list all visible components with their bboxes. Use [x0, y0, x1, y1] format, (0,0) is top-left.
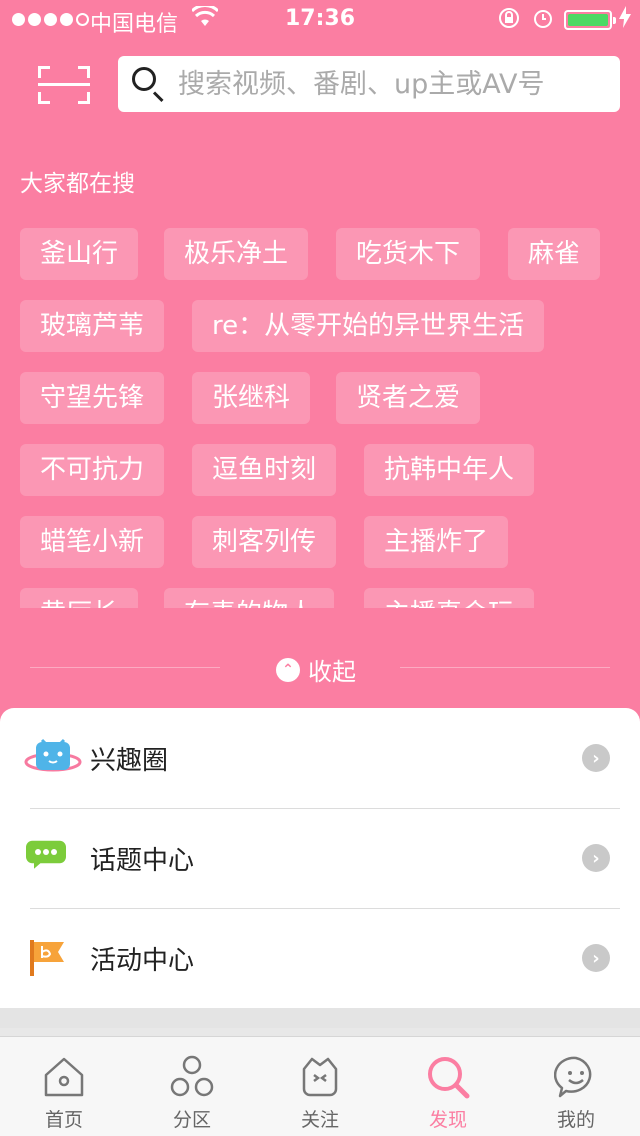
- hot-tag[interactable]: 极乐净土: [164, 228, 309, 280]
- discover-menu: 兴趣圈 › 话题中心 › 活动中心 ›: [0, 708, 640, 1008]
- section-gap: [0, 1008, 640, 1028]
- category-icon: [170, 1055, 214, 1097]
- hot-tag[interactable]: 黄厅长: [20, 588, 139, 608]
- hot-tag[interactable]: 釜山行: [20, 228, 139, 280]
- menu-item-activity-center[interactable]: 活动中心 ›: [0, 908, 640, 1008]
- follow-icon: [302, 1057, 338, 1097]
- rotation-lock-icon: [498, 7, 520, 34]
- hot-tag[interactable]: 张继科: [192, 372, 311, 424]
- menu-item-label: 话题中心: [90, 846, 195, 876]
- tab-bar: 首页 分区 关注 发现 我的: [0, 1036, 640, 1136]
- hot-tag[interactable]: 不可抗力: [20, 444, 165, 496]
- discover-icon: [428, 1057, 470, 1099]
- tab-label: 发现: [428, 1109, 467, 1131]
- hot-tag[interactable]: 吃货木下: [336, 228, 481, 280]
- menu-item-topic-center[interactable]: 话题中心 ›: [0, 808, 640, 908]
- divider: [30, 667, 220, 668]
- hot-tag[interactable]: 玻璃芦苇: [20, 300, 165, 352]
- hot-tag[interactable]: 守望先锋: [20, 372, 165, 424]
- collapse-button[interactable]: ⌃ 收起: [276, 652, 356, 687]
- flag-icon: [24, 936, 78, 980]
- chevron-right-icon: ›: [582, 744, 610, 772]
- hot-tag[interactable]: 贤者之爱: [336, 372, 481, 424]
- alarm-icon: [532, 7, 554, 34]
- chevron-right-icon: ›: [582, 944, 610, 972]
- charging-icon: [618, 6, 632, 33]
- divider: [400, 667, 610, 668]
- hot-search-title: 大家都在搜: [20, 171, 135, 197]
- tab-home[interactable]: 首页: [0, 1037, 128, 1136]
- search-input[interactable]: [178, 68, 598, 100]
- tab-label: 首页: [44, 1109, 83, 1131]
- hot-tag[interactable]: 主播真会玩: [364, 588, 535, 608]
- hot-tag[interactable]: 有毒的物人: [164, 588, 335, 608]
- hot-tag[interactable]: 刺客列传: [192, 516, 337, 568]
- tab-label: 分区: [172, 1109, 211, 1131]
- search-bar[interactable]: [118, 56, 620, 112]
- status-bar: 中国电信 17:36: [0, 0, 640, 40]
- tab-profile[interactable]: 我的: [512, 1037, 640, 1136]
- hot-tag[interactable]: 逗鱼时刻: [192, 444, 337, 496]
- menu-item-label: 兴趣圈: [90, 746, 169, 776]
- tab-label: 关注: [300, 1109, 339, 1131]
- chat-bubble-icon: [24, 836, 78, 880]
- collapse-label: 收起: [308, 658, 356, 686]
- tv-planet-icon: [24, 736, 82, 780]
- hot-tag[interactable]: 主播炸了: [364, 516, 509, 568]
- search-icon: [130, 65, 168, 103]
- tab-category[interactable]: 分区: [128, 1037, 256, 1136]
- hot-tag[interactable]: 麻雀: [508, 228, 601, 280]
- menu-item-label: 活动中心: [90, 946, 195, 976]
- collapse-row: ⌃ 收起: [0, 648, 640, 688]
- hot-tag[interactable]: 抗韩中年人: [364, 444, 535, 496]
- chevron-up-icon: ⌃: [276, 657, 300, 682]
- hot-tag[interactable]: re：从零开始的异世界生活: [192, 300, 545, 352]
- hot-search-tags: 釜山行 极乐净土 吃货木下 麻雀 玻璃芦苇 re：从零开始的异世界生活 守望先锋…: [20, 228, 620, 608]
- home-icon: [44, 1057, 84, 1097]
- tab-discover[interactable]: 发现: [384, 1037, 512, 1136]
- battery-icon: [564, 10, 616, 30]
- tab-label: 我的: [556, 1109, 595, 1131]
- menu-item-interest-circle[interactable]: 兴趣圈 ›: [0, 708, 640, 808]
- scan-qr-icon[interactable]: [38, 66, 90, 104]
- hot-tag[interactable]: 蜡笔小新: [20, 516, 165, 568]
- tab-follow[interactable]: 关注: [256, 1037, 384, 1136]
- profile-icon: [554, 1056, 592, 1098]
- chevron-right-icon: ›: [582, 844, 610, 872]
